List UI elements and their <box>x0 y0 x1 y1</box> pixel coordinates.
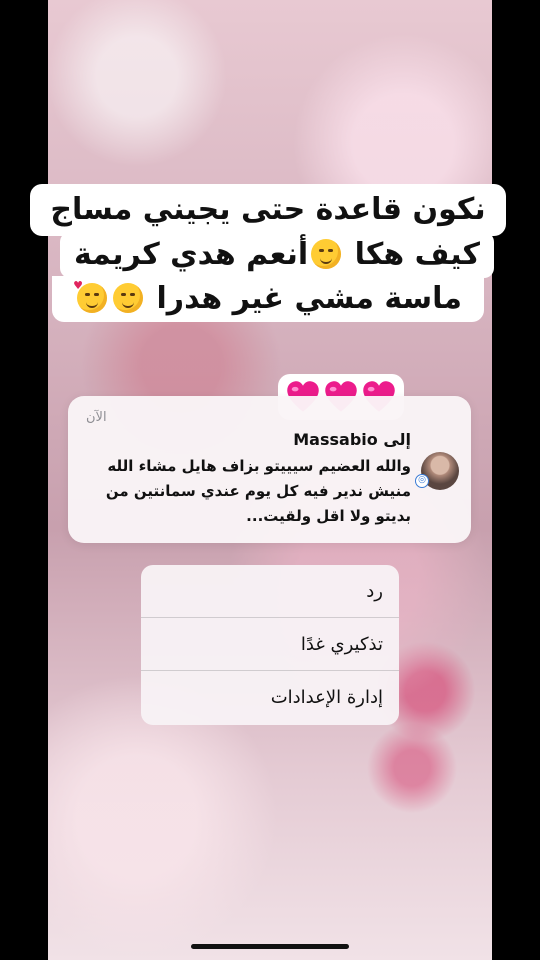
caption-line-1: نكون قاعدة حتى يجيني مساج <box>30 184 506 236</box>
menu-item-reply[interactable]: رد <box>141 565 399 618</box>
notification-time: الآن <box>86 410 107 425</box>
home-indicator[interactable] <box>191 944 349 949</box>
context-menu: رد تذكيري غدًا إدارة الإعدادات <box>141 565 399 725</box>
caption-line-3-text: ماسة مشي غير هدرا <box>156 281 462 316</box>
messenger-badge-icon: ◎ <box>415 474 429 488</box>
notification-body: والله العضيم سيييتو بزاف هايل مشاء الله … <box>105 457 411 525</box>
wink-emoji-icon <box>113 283 144 313</box>
notification-title: إلى Massabio <box>293 430 411 449</box>
caption-line-2-tail: أنعم هدي كريمة <box>73 237 309 272</box>
caption-line-2: كيف هكا أنعم هدي كريمة <box>60 232 494 278</box>
caption-line-2-text: كيف هكا <box>354 237 481 272</box>
avatar: ◎ <box>415 452 459 490</box>
kissing-heart-emoji-icon: ♥ <box>73 280 108 313</box>
notification-card[interactable]: الآن ◎ إلى Massabio والله العضيم سيييتو … <box>68 396 471 543</box>
smirk-emoji-icon <box>311 239 342 269</box>
caption-line-3: ماسة مشي غير هدرا ♥ <box>52 276 484 322</box>
menu-item-remind-tomorrow[interactable]: تذكيري غدًا <box>141 618 399 671</box>
menu-item-manage-settings[interactable]: إدارة الإعدادات <box>141 671 399 724</box>
